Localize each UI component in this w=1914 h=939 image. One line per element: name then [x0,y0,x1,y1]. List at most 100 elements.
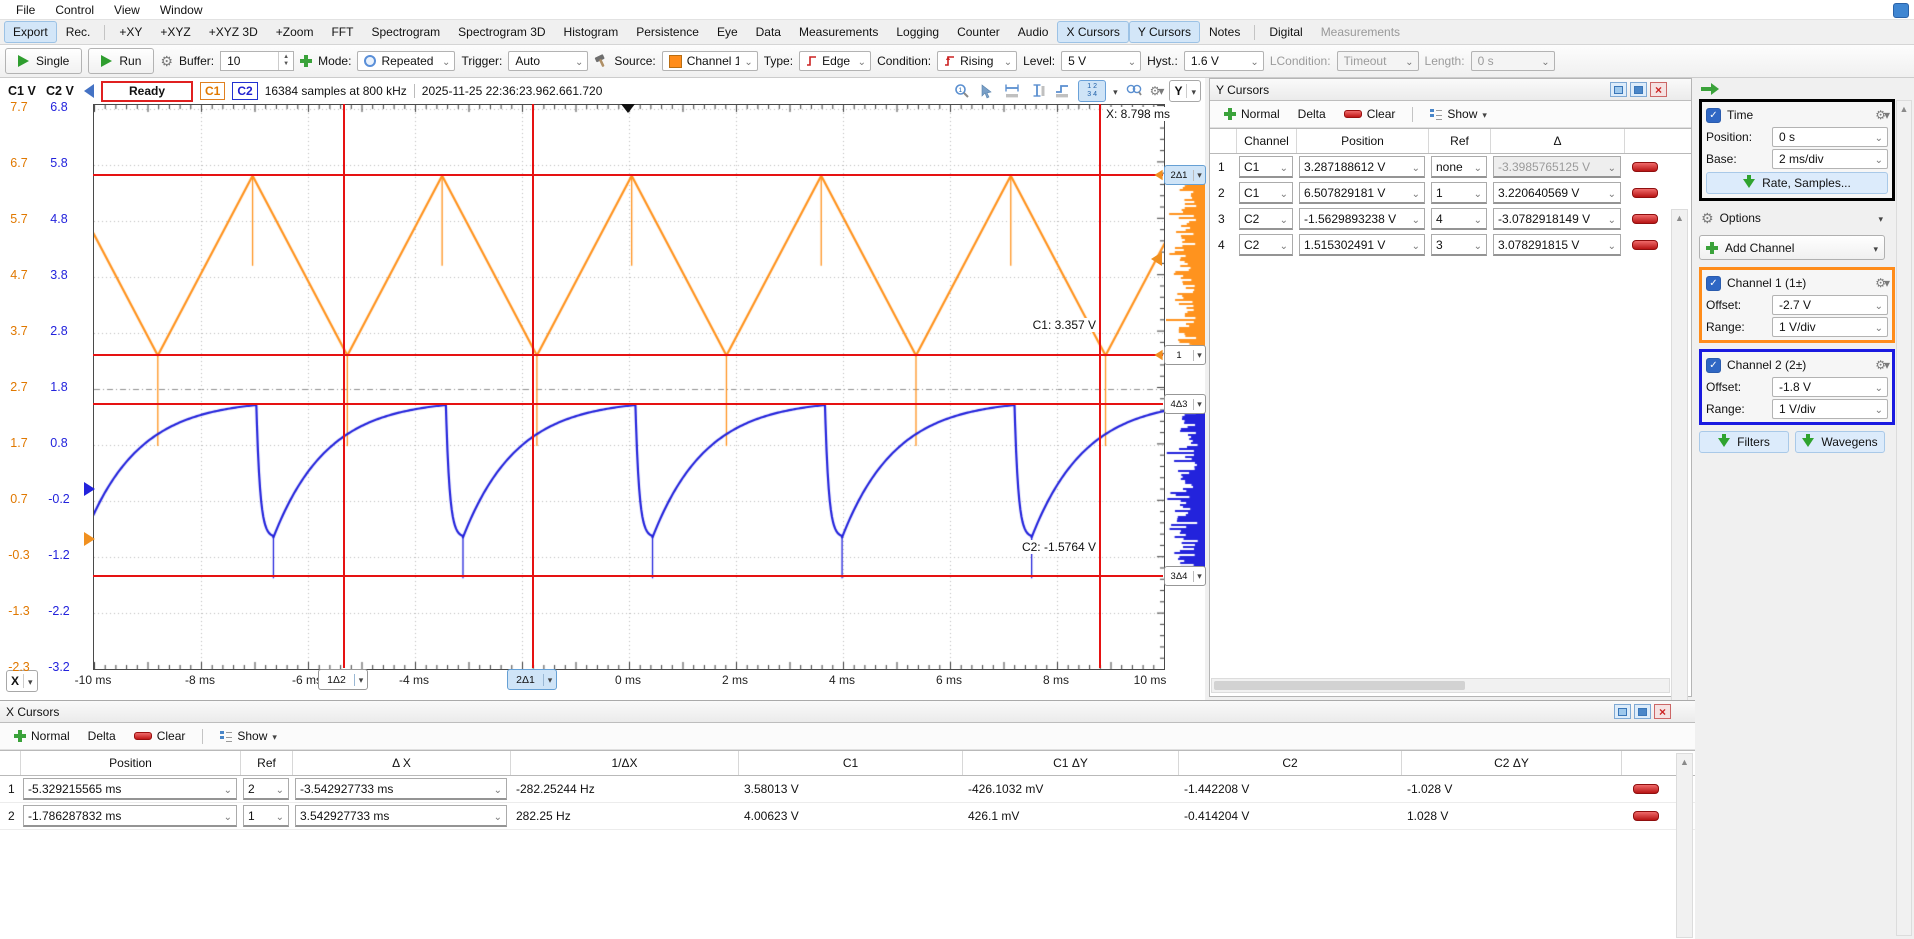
restore-icon[interactable] [1614,704,1631,719]
ref-dropdown[interactable]: 4 [1431,208,1487,230]
menu-control[interactable]: Control [45,2,104,18]
trigger-dropdown[interactable]: Auto [508,51,588,71]
time-position-dropdown[interactable]: 0 s [1772,127,1888,147]
c1-ground-marker[interactable] [84,532,95,546]
position-dropdown[interactable]: 6.507829181 V [1299,182,1425,204]
tab-measurements[interactable]: Measurements [790,21,887,43]
menu-file[interactable]: File [6,2,45,18]
mode-dropdown[interactable]: Repeated [357,51,455,71]
scroll-up-icon[interactable]: ▲ [1677,754,1692,770]
chevron-down-icon[interactable] [354,674,367,686]
delta-dropdown[interactable]: 3.078291815 V [1493,234,1621,256]
pointer-icon[interactable] [978,82,996,100]
y-cursor-line[interactable] [93,403,1163,405]
channel2-settings-gear-icon[interactable] [1875,358,1888,372]
show-menu-button[interactable]: Show [1424,105,1493,123]
tab--xyz-3d[interactable]: +XYZ 3D [200,21,267,43]
remove-cursor-button[interactable] [1633,784,1659,794]
tab-measurements[interactable]: Measurements [1312,21,1409,43]
x-cursor-line[interactable] [1099,104,1101,668]
filters-button[interactable]: Filters [1699,431,1789,453]
tab--xyz[interactable]: +XYZ [151,21,199,43]
channel-dropdown[interactable]: C2 [1239,208,1293,230]
tab--xy[interactable]: +XY [110,21,151,43]
restore-icon[interactable] [1610,82,1627,97]
channel1-settings-gear-icon[interactable] [1875,276,1888,290]
ref-dropdown[interactable]: none [1431,156,1487,178]
tab-data[interactable]: Data [747,21,790,43]
ref-dropdown[interactable]: 3 [1431,234,1487,256]
buffer-gear-icon[interactable] [160,53,173,70]
channel2-offset-dropdown[interactable]: -1.8 V [1772,377,1888,397]
zoom-in-icon[interactable]: 1 [953,82,971,100]
chevron-down-icon[interactable] [1113,84,1118,98]
trigger-position-marker[interactable] [621,104,635,113]
y-cursors-hscrollbar[interactable] [1211,678,1670,693]
x-cursors-vscrollbar[interactable]: ▲ [1676,753,1693,938]
y-axis-selector[interactable]: Y [1169,80,1201,102]
remove-cursor-button[interactable] [1632,240,1658,250]
time-base-dropdown[interactable]: 2 ms/div [1772,149,1888,169]
add-delta-cursor-button[interactable]: Delta [1292,105,1332,123]
rate-samples-button[interactable]: Rate, Samples... [1706,172,1888,194]
plot-area[interactable] [93,104,1165,670]
position-dropdown[interactable]: 1.515302491 V [1299,234,1425,256]
type-dropdown[interactable]: Edge [799,51,871,71]
delta-x-dropdown[interactable]: 3.542927733 ms [295,805,507,827]
wavegens-button[interactable]: Wavegens [1795,431,1885,453]
expand-right-icon[interactable] [1701,83,1721,95]
chevron-down-icon[interactable] [1193,399,1205,410]
waveform-canvas[interactable] [94,105,1164,669]
edge-ruler-icon[interactable] [1053,82,1071,100]
ref-dropdown[interactable]: 1 [243,805,289,827]
tab-logging[interactable]: Logging [887,21,948,43]
add-delta-cursor-button[interactable]: Delta [82,727,122,745]
clear-cursors-button[interactable]: Clear [128,727,192,745]
tab-rec-[interactable]: Rec. [57,21,100,43]
app-icon[interactable] [1893,3,1909,18]
y-cursor-badge-2Δ1[interactable]: 2Δ1 [1164,165,1206,185]
grid-1234-button[interactable]: 1 23 4 [1078,80,1106,102]
vertical-ruler-icon[interactable] [1028,82,1046,100]
add-channel-button[interactable]: Add Channel [1699,235,1885,260]
buffer-spinner[interactable]: 10 ▲▼ [220,51,294,71]
y-cursor-line[interactable] [93,354,1163,356]
options-row[interactable]: Options [1699,207,1885,229]
tab-eye[interactable]: Eye [708,21,747,43]
y-cursors-title-bar[interactable]: Y Cursors × [1210,79,1691,101]
close-icon[interactable]: × [1654,704,1671,719]
channel1-checkbox[interactable] [1706,276,1721,291]
y-cursors-vscrollbar[interactable]: ▲ [1671,209,1688,755]
run-button[interactable]: Run [88,48,154,74]
zoom-fit-icon[interactable] [1125,82,1143,100]
remove-cursor-button[interactable] [1633,811,1659,821]
channel-dropdown[interactable]: C1 [1239,156,1293,178]
tab-counter[interactable]: Counter [948,21,1009,43]
x-cursor-badge-2Δ1[interactable]: 2Δ1 [507,669,557,690]
tab-fft[interactable]: FFT [322,21,362,43]
time-settings-gear-icon[interactable] [1875,108,1888,122]
channel1-range-dropdown[interactable]: 1 V/div [1772,317,1888,337]
tab--zoom[interactable]: +Zoom [267,21,323,43]
menu-window[interactable]: Window [150,2,213,18]
position-dropdown[interactable]: 3.287188612 V [1299,156,1425,178]
plot-settings-gear-icon[interactable] [1150,84,1163,98]
y-cursor-badge-1[interactable]: 1 [1164,345,1206,365]
chevron-down-icon[interactable] [543,674,556,686]
sidebar-scrollbar[interactable]: ▲ [1896,100,1912,936]
x-cursor-line[interactable] [343,104,345,668]
condition-dropdown[interactable]: Rising [937,51,1017,71]
x-cursors-title-bar[interactable]: X Cursors × [0,701,1695,723]
chevron-down-icon[interactable] [1193,170,1205,181]
remove-cursor-button[interactable] [1632,188,1658,198]
tab-audio[interactable]: Audio [1009,21,1058,43]
maximize-icon[interactable] [1630,82,1647,97]
c2-chip[interactable]: C2 [232,82,257,100]
tab-digital[interactable]: Digital [1260,21,1311,43]
add-normal-cursor-button[interactable]: Normal [1218,105,1286,123]
scroll-up-icon[interactable]: ▲ [1897,101,1911,117]
add-normal-cursor-button[interactable]: Normal [8,727,76,745]
time-checkbox[interactable] [1706,108,1721,123]
channel2-checkbox[interactable] [1706,358,1721,373]
scroll-up-icon[interactable]: ▲ [1672,210,1687,226]
